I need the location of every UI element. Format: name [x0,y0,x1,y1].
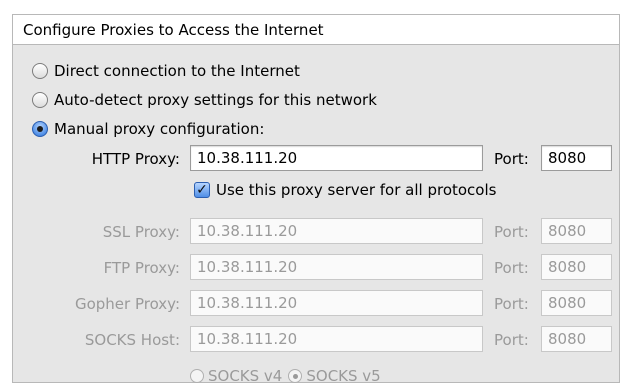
ftp-port-label: Port: [494,259,529,277]
gopher-port-input[interactable]: 8080 [541,290,612,316]
ssl-proxy-label: SSL Proxy: [102,223,180,241]
gopher-port-label: Port: [494,295,529,313]
manual-proxy-option[interactable]: Manual proxy configuration: [32,118,264,140]
use-for-all-option[interactable]: ✓ Use this proxy server for all protocol… [194,179,496,201]
auto-detect-radio[interactable] [32,92,48,108]
gopher-proxy-label: Gopher Proxy: [74,295,180,313]
http-port-input[interactable]: 8080 [541,145,612,171]
ssl-port-input[interactable]: 8080 [541,218,612,244]
use-for-all-checkbox[interactable]: ✓ [194,182,210,198]
manual-proxy-radio[interactable] [32,121,48,137]
socks-port-input[interactable]: 8080 [541,326,612,352]
gopher-proxy-input[interactable]: 10.38.111.20 [190,290,483,316]
use-for-all-label: Use this proxy server for all protocols [216,181,497,199]
socks-v5-label: SOCKS v5 [306,367,381,385]
ftp-proxy-input[interactable]: 10.38.111.20 [190,254,483,280]
direct-connection-label: Direct connection to the Internet [54,62,300,80]
ftp-proxy-label: FTP Proxy: [103,259,180,277]
radio-selected-dot [292,373,298,379]
radio-selected-dot [37,126,43,132]
socks-version-group: SOCKS v4 SOCKS v5 [190,366,381,386]
direct-connection-radio[interactable] [32,63,48,79]
manual-proxy-label: Manual proxy configuration: [54,120,265,138]
ssl-proxy-input[interactable]: 10.38.111.20 [190,218,483,244]
socks-host-label: SOCKS Host: [84,331,180,349]
socks-v4-radio[interactable] [190,369,204,383]
socks-port-label: Port: [494,331,529,349]
socks-v4-label: SOCKS v4 [208,367,283,385]
direct-connection-option[interactable]: Direct connection to the Internet [32,60,300,82]
ftp-port-input[interactable]: 8080 [541,254,612,280]
socks-v5-radio[interactable] [288,369,303,383]
http-proxy-label: HTTP Proxy: [91,150,180,168]
auto-detect-option[interactable]: Auto-detect proxy settings for this netw… [32,89,377,111]
group-title: Configure Proxies to Access the Internet [23,21,324,39]
group-title-bar: Configure Proxies to Access the Internet [12,14,620,45]
socks-host-input[interactable]: 10.38.111.20 [190,326,483,352]
ssl-port-label: Port: [494,223,529,241]
http-proxy-input[interactable]: 10.38.111.20 [190,145,483,171]
auto-detect-label: Auto-detect proxy settings for this netw… [54,91,377,109]
http-port-label: Port: [494,150,529,168]
